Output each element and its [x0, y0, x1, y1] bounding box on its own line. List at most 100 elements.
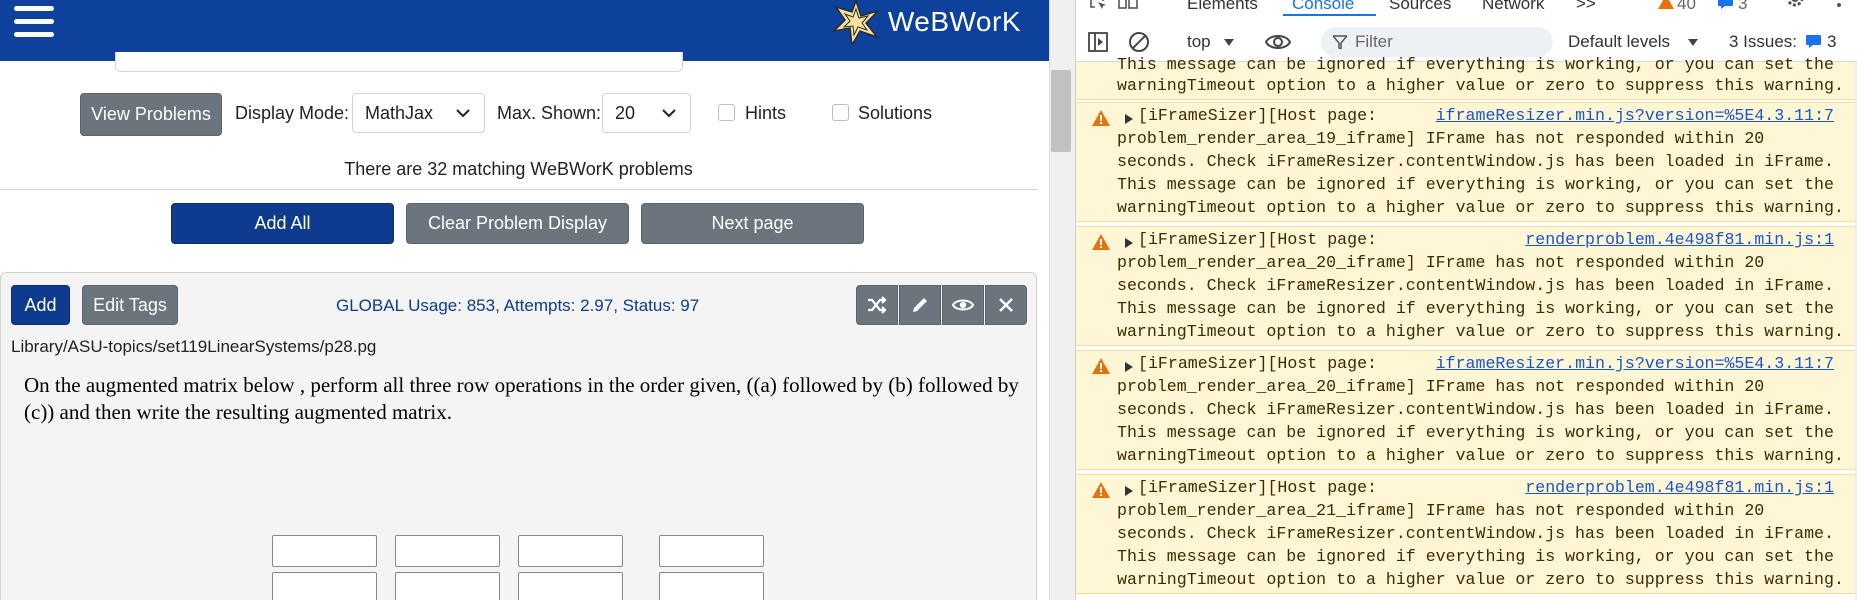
filter-placeholder: Filter: [1355, 32, 1393, 51]
webwork-logo[interactable]: WeBWorK: [830, 0, 1021, 45]
max-shown-select[interactable]: 20: [602, 93, 691, 133]
answer-input[interactable]: [518, 572, 623, 600]
hamburger-menu-icon[interactable]: [14, 6, 54, 38]
message-line: This message can be ignored if everythin…: [1117, 547, 1834, 566]
source-link[interactable]: renderproblem.4e498f81.min.js:1: [1525, 228, 1834, 251]
tab-network[interactable]: Network: [1482, 0, 1544, 14]
source-link[interactable]: iframeResizer.min.js?version=%5E4.3.11:7: [1436, 352, 1834, 375]
message-line: problem_render_area_19_iframe] IFrame ha…: [1117, 129, 1765, 148]
answer-input[interactable]: [518, 535, 623, 567]
solutions-checkbox[interactable]: [832, 104, 849, 121]
console-message-partial[interactable]: This message can be ignored if everythin…: [1076, 55, 1857, 100]
webwork-star-icon: [831, 0, 880, 45]
message-line: problem_render_area_21_iframe] IFrame ha…: [1117, 501, 1765, 520]
clear-problem-display-button[interactable]: Clear Problem Display: [406, 203, 629, 244]
expand-triangle-icon[interactable]: [1125, 486, 1133, 496]
close-icon: [999, 298, 1013, 312]
logo-text: WeBWorK: [887, 6, 1021, 37]
context-select[interactable]: top: [1187, 32, 1211, 52]
console-warning-message[interactable]: [iFrameSizer][Host page: problem_render_a…: [1076, 474, 1857, 594]
view-problems-button[interactable]: View Problems: [80, 93, 222, 136]
eye-icon: [952, 299, 974, 311]
pencil-icon: [913, 298, 927, 312]
display-mode-value: MathJax: [365, 102, 434, 123]
message-line: seconds. Check iFrameResizer.contentWind…: [1117, 276, 1834, 295]
more-options-icon[interactable]: [1836, 0, 1842, 10]
answer-input[interactable]: [395, 535, 500, 567]
usage-stats: GLOBAL Usage: 853, Attempts: 2.97, Statu…: [336, 296, 700, 315]
tab-sources[interactable]: Sources: [1389, 0, 1451, 14]
shuffle-button[interactable]: [856, 285, 898, 325]
tab-elements[interactable]: Elements: [1187, 0, 1258, 14]
message-line: seconds. Check iFrameResizer.contentWind…: [1117, 524, 1834, 543]
tab-console[interactable]: Console: [1292, 0, 1354, 14]
message-line: [iFrameSizer][Host page:: [1138, 230, 1377, 249]
issues-label[interactable]: 3 Issues:: [1729, 32, 1797, 52]
hints-checkbox[interactable]: [718, 104, 735, 121]
webwork-pane: WeBWorK View Problems Display Mode: Math…: [0, 0, 1049, 600]
answer-input[interactable]: [395, 572, 500, 600]
log-levels-select[interactable]: Default levels: [1568, 32, 1670, 52]
warning-icon: [1092, 110, 1110, 126]
more-tabs-button[interactable]: >>: [1576, 0, 1596, 14]
message-line: This message can be ignored if everythin…: [1117, 299, 1834, 318]
gear-icon[interactable]: [1785, 0, 1805, 10]
caret-down-icon: [1224, 39, 1234, 46]
warning-count[interactable]: 40: [1677, 0, 1696, 14]
console-warning-message[interactable]: [iFrameSizer][Host page: problem_render_a…: [1076, 226, 1857, 346]
matching-count-text: There are 32 matching WeBWorK problems: [344, 159, 693, 179]
message-line: This message can be ignored if everythin…: [1117, 55, 1834, 74]
source-link[interactable]: renderproblem.4e498f81.min.js:1: [1525, 476, 1834, 499]
message-line: warningTimeout option to a higher value …: [1117, 76, 1844, 95]
expand-triangle-icon[interactable]: [1125, 362, 1133, 372]
answer-input[interactable]: [659, 572, 764, 600]
solutions-label: Solutions: [858, 103, 933, 123]
message-line: warningTimeout option to a higher value …: [1117, 570, 1844, 589]
eye-icon[interactable]: [1265, 33, 1291, 51]
message-line: This message can be ignored if everythin…: [1117, 175, 1834, 194]
next-page-button[interactable]: Next page: [641, 203, 864, 244]
message-line: warningTimeout option to a higher value …: [1117, 322, 1844, 341]
caret-down-icon: [1688, 39, 1698, 46]
message-line: [iFrameSizer][Host page:: [1138, 354, 1377, 373]
problem-statement: On the augmented matrix below , perform …: [24, 373, 1019, 424]
add-problem-button[interactable]: Add: [11, 285, 70, 325]
add-all-button[interactable]: Add All: [171, 203, 394, 244]
console-warning-message[interactable]: [iFrameSizer][Host page: problem_render_a…: [1076, 102, 1857, 222]
console-warning-message[interactable]: [iFrameSizer][Host page: problem_render_a…: [1076, 350, 1857, 470]
message-line: seconds. Check iFrameResizer.contentWind…: [1117, 400, 1834, 419]
message-line: [iFrameSizer][Host page:: [1138, 478, 1377, 497]
inspect-element-icon[interactable]: [1090, 0, 1108, 10]
hints-label: Hints: [745, 103, 787, 123]
edit-tags-button[interactable]: Edit Tags: [82, 285, 178, 325]
message-icon: [1718, 0, 1733, 9]
display-mode-select[interactable]: MathJax: [352, 93, 485, 133]
issues-count[interactable]: 3: [1827, 32, 1836, 52]
remove-problem-button[interactable]: [985, 285, 1027, 325]
expand-triangle-icon[interactable]: [1125, 238, 1133, 248]
message-icon: [1806, 35, 1821, 48]
answer-input[interactable]: [272, 535, 377, 567]
message-line: problem_render_area_20_iframe] IFrame ha…: [1117, 377, 1765, 396]
filter-icon: [1333, 35, 1347, 49]
chevron-down-icon: [456, 109, 470, 118]
answer-input[interactable]: [659, 535, 764, 567]
page-scrollbar-thumb[interactable]: [1051, 70, 1071, 152]
shuffle-icon: [868, 296, 887, 314]
expand-triangle-icon[interactable]: [1125, 114, 1133, 124]
message-line: seconds. Check iFrameResizer.contentWind…: [1117, 152, 1834, 171]
display-mode-label: Display Mode:: [235, 103, 350, 123]
sidebar-toggle-icon[interactable]: [1088, 32, 1108, 52]
devtools-tab-bar: Elements Console Sources Network >> 40 3: [1076, 0, 1857, 16]
device-toolbar-icon[interactable]: [1118, 0, 1138, 10]
message-count[interactable]: 3: [1738, 0, 1747, 14]
search-field-edge[interactable]: [115, 52, 683, 72]
warning-icon: [1092, 234, 1110, 250]
view-problem-button[interactable]: [942, 285, 984, 325]
source-link[interactable]: iframeResizer.min.js?version=%5E4.3.11:7: [1436, 104, 1834, 127]
clear-console-icon[interactable]: [1128, 31, 1150, 53]
devtools-panel: Elements Console Sources Network >> 40 3…: [1075, 0, 1857, 600]
max-shown-value: 20: [615, 102, 636, 123]
answer-input[interactable]: [272, 572, 377, 600]
edit-problem-button[interactable]: [899, 285, 941, 325]
